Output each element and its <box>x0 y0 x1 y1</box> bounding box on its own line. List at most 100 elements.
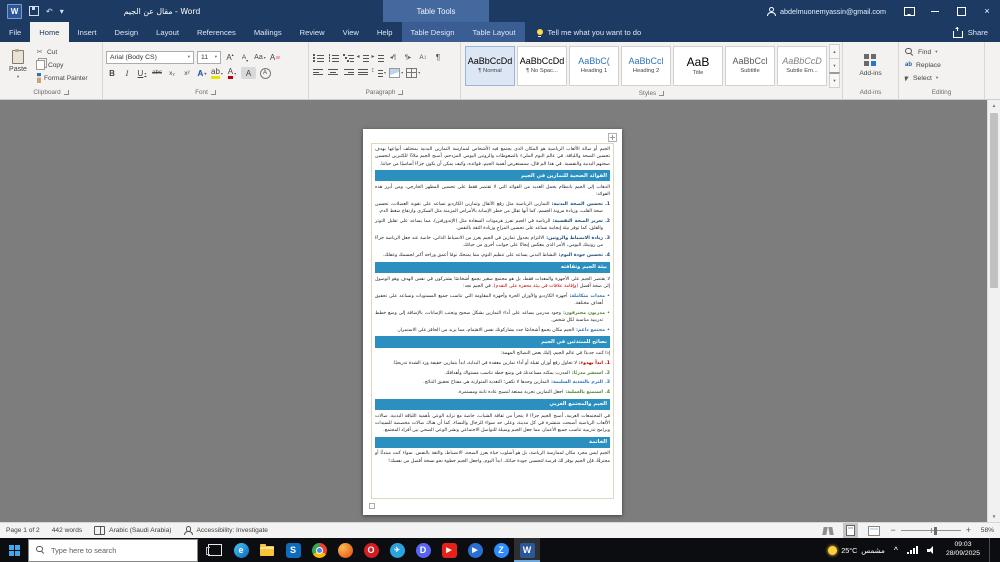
change-case-button[interactable]: Aa <box>254 52 266 64</box>
borders-button[interactable] <box>406 67 420 79</box>
zoom-slider[interactable] <box>900 526 961 535</box>
ribbon-display-options-button[interactable] <box>896 0 922 22</box>
font-family-select[interactable]: Arial (Body CS) ▾ <box>106 51 194 64</box>
style-subtle-emphasis[interactable]: AaBbCcD Subtle Em... <box>777 45 827 86</box>
share-button[interactable]: Share <box>941 22 1000 42</box>
tab-home[interactable]: Home <box>30 22 69 42</box>
taskbar-search-input[interactable]: Type here to search <box>28 538 198 562</box>
align-right-button[interactable] <box>342 67 354 79</box>
chrome-button[interactable] <box>306 538 332 562</box>
tab-view[interactable]: View <box>334 22 368 42</box>
shrink-font-button[interactable]: A <box>239 52 251 64</box>
tab-references[interactable]: References <box>188 22 245 42</box>
word-taskbar-button[interactable]: W <box>514 538 540 562</box>
multilevel-list-button[interactable] <box>342 52 354 64</box>
enclose-characters-button[interactable]: A <box>259 67 271 79</box>
hidden-icons-button[interactable]: ^ <box>894 547 898 554</box>
accessibility-status[interactable]: Accessibility: Investigate <box>183 526 268 535</box>
increase-indent-button[interactable] <box>372 52 384 64</box>
proofing-status[interactable]: Arabic (Saudi Arabia) <box>94 526 171 535</box>
zoom-button[interactable]: Z <box>488 538 514 562</box>
ltr-direction-button[interactable]: ¶▸ <box>402 52 414 64</box>
clear-formatting-button[interactable]: A <box>269 52 281 64</box>
tab-mailings[interactable]: Mailings <box>245 22 291 42</box>
underline-button[interactable]: U <box>136 67 148 79</box>
maximize-button[interactable] <box>948 0 974 22</box>
styles-scroll-up-button[interactable]: ▲ <box>829 44 840 59</box>
bullets-button[interactable] <box>312 52 324 64</box>
tab-layout[interactable]: Layout <box>147 22 188 42</box>
paste-button[interactable]: Paste ▾ <box>3 44 33 86</box>
line-spacing-button[interactable] <box>371 67 386 79</box>
table-move-handle-icon[interactable] <box>608 133 617 142</box>
italic-button[interactable]: I <box>121 67 133 79</box>
copy-button[interactable]: Copy <box>33 59 90 71</box>
tab-design[interactable]: Design <box>106 22 148 42</box>
styles-more-button[interactable]: ▼ <box>829 72 840 88</box>
document-page[interactable]: الجيم أو صالة الألعاب الرياضية هو المكان… <box>363 129 622 515</box>
volume-icon[interactable] <box>926 546 937 554</box>
select-button[interactable]: Select ▾ <box>902 72 981 84</box>
tell-me-box[interactable]: Tell me what you want to do <box>525 22 654 42</box>
dialog-launcher-icon[interactable] <box>398 90 404 95</box>
file-explorer-button[interactable] <box>254 538 280 562</box>
telegram-button[interactable]: ✈ <box>384 538 410 562</box>
word-count[interactable]: 442 words <box>52 527 82 534</box>
find-button[interactable]: Find ▾ <box>902 46 981 58</box>
zoom-slider-thumb[interactable] <box>933 526 938 535</box>
minimize-button[interactable] <box>922 0 948 22</box>
superscript-button[interactable]: x² <box>181 67 193 79</box>
table-resize-handle[interactable] <box>369 503 375 509</box>
zoom-out-button[interactable]: − <box>890 526 895 535</box>
style-normal[interactable]: AaBbCcDd ¶ Normal <box>465 45 515 86</box>
media-player-button[interactable]: ▶ <box>462 538 488 562</box>
scroll-up-icon[interactable]: ▲ <box>988 100 1000 111</box>
undo-icon[interactable]: ↶ <box>46 7 53 16</box>
start-button[interactable] <box>0 538 28 562</box>
task-view-button[interactable] <box>202 538 228 562</box>
style-no-spacing[interactable]: AaBbCcDd ¶ No Spac... <box>517 45 567 86</box>
font-size-select[interactable]: 11 ▾ <box>197 51 221 64</box>
scroll-down-icon[interactable]: ▼ <box>988 511 1000 522</box>
network-icon[interactable] <box>906 546 918 554</box>
tab-review[interactable]: Review <box>291 22 334 42</box>
shading-button[interactable] <box>389 67 403 79</box>
clock[interactable]: 09:03 28/09/2025 <box>946 541 980 559</box>
tab-help[interactable]: Help <box>368 22 402 42</box>
character-shading-button[interactable]: A <box>241 67 257 79</box>
youtube-button[interactable]: ▶ <box>436 538 462 562</box>
text-effects-button[interactable]: A <box>196 67 208 79</box>
style-heading-2[interactable]: AaBbCcl Heading 2 <box>621 45 671 86</box>
web-layout-button[interactable] <box>865 524 883 538</box>
dialog-launcher-icon[interactable] <box>210 90 216 95</box>
addins-button[interactable]: Add-ins <box>846 44 895 86</box>
rtl-direction-button[interactable]: ◂¶ <box>387 52 399 64</box>
style-heading-1[interactable]: AaBbC( Heading 1 <box>569 45 619 86</box>
tab-file[interactable]: File <box>0 22 30 42</box>
replace-button[interactable]: ab Replace <box>902 59 981 71</box>
show-hide-marks-button[interactable]: ¶ <box>432 52 444 64</box>
format-painter-button[interactable]: Format Painter <box>33 72 90 84</box>
show-desktop-button[interactable] <box>989 538 994 562</box>
tab-table-design[interactable]: Table Design <box>402 22 464 42</box>
align-left-button[interactable] <box>312 67 324 79</box>
style-subtitle[interactable]: AaBbCcl Subtitle <box>725 45 775 86</box>
weather-widget[interactable]: 25°C مشمس <box>828 545 885 555</box>
style-title[interactable]: AaB Title <box>673 45 723 86</box>
zoom-level[interactable]: 58% <box>976 527 994 534</box>
dialog-launcher-icon[interactable] <box>63 90 69 95</box>
bold-button[interactable]: B <box>106 67 118 79</box>
tab-table-layout[interactable]: Table Layout <box>463 22 524 42</box>
save-icon[interactable] <box>29 6 39 16</box>
cut-button[interactable]: ✂ Cut <box>33 46 90 58</box>
numbering-button[interactable] <box>327 52 339 64</box>
strikethrough-button[interactable]: abc <box>151 67 163 79</box>
align-center-button[interactable] <box>327 67 339 79</box>
close-button[interactable]: × <box>974 0 1000 22</box>
store-button[interactable]: S <box>280 538 306 562</box>
account-info[interactable]: abdelmuonemyassin@gmail.com <box>766 6 886 16</box>
dialog-launcher-icon[interactable] <box>659 90 665 96</box>
decrease-indent-button[interactable] <box>357 52 369 64</box>
page-indicator[interactable]: Page 1 of 2 <box>6 527 40 534</box>
scrollbar-thumb[interactable] <box>989 113 998 288</box>
